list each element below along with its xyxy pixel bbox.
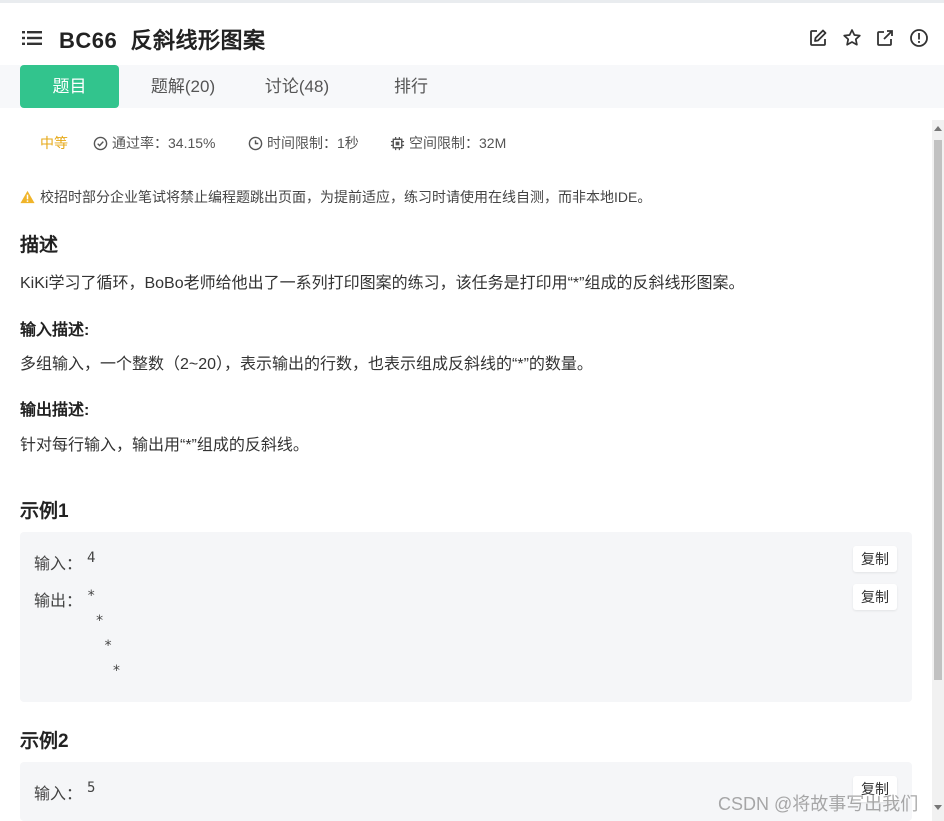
- pass-rate-text: 通过率：34.15%: [112, 135, 216, 151]
- page-title: BC66 反斜线形图案: [59, 28, 266, 53]
- copy-input-button[interactable]: 复制: [853, 546, 897, 572]
- watermark: CSDN @将故事写出我们: [718, 794, 919, 814]
- output-desc-text: 针对每行输入，输出用“*”组成的反斜线。: [20, 437, 309, 454]
- example-1-box: 输入： 4 复制 输出： * * * * 复制: [20, 532, 912, 702]
- star-icon[interactable]: [842, 28, 862, 48]
- example-1-heading: 示例1: [20, 501, 69, 522]
- space-limit-text: 空间限制：32M: [409, 135, 507, 151]
- example-2-input-label: 输入：: [34, 786, 83, 803]
- edit-icon[interactable]: [808, 28, 828, 48]
- input-desc-heading: 输入描述:: [20, 322, 90, 339]
- scrollbar[interactable]: [932, 120, 944, 821]
- time-limit-text: 时间限制：1秒: [267, 135, 359, 151]
- list-icon[interactable]: [22, 30, 42, 46]
- space-limit: 空间限制：32M: [390, 133, 506, 153]
- notice-text: 校招时部分企业笔试将禁止编程题跳出页面，为提前适应，练习时请使用在线自测，而非本…: [40, 189, 652, 205]
- tab-solutions[interactable]: 题解(20): [140, 65, 226, 108]
- tab-bar: 题目 题解(20) 讨论(48) 排行: [0, 65, 944, 108]
- scroll-up-arrow-icon[interactable]: [934, 126, 942, 131]
- output-desc-heading: 输出描述:: [20, 402, 90, 419]
- time-limit: 时间限制：1秒: [248, 133, 359, 153]
- example-2-heading: 示例2: [20, 731, 69, 752]
- difficulty-badge: 中等: [40, 133, 68, 153]
- example-1-input-value: 4: [87, 550, 96, 566]
- clock-icon: [248, 136, 263, 150]
- problem-header: BC66 反斜线形图案: [0, 14, 944, 62]
- exam-notice: 校招时部分企业笔试将禁止编程题跳出页面，为提前适应，练习时请使用在线自测，而非本…: [20, 187, 651, 207]
- input-desc-text: 多组输入，一个整数（2~20），表示输出的行数，也表示组成反斜线的“*”的数量。: [20, 356, 593, 373]
- info-icon[interactable]: [909, 28, 929, 48]
- tab-problem[interactable]: 题目: [20, 65, 119, 108]
- example-2-input-value: 5: [87, 780, 96, 796]
- tab-discussion[interactable]: 讨论(48): [254, 65, 340, 108]
- pass-rate: 通过率：34.15%: [93, 133, 215, 153]
- description-text: KiKi学习了循环，BoBo老师给他出了一系列打印图案的练习，该任务是打印用“*…: [20, 275, 745, 292]
- check-circle-icon: [93, 136, 108, 150]
- chip-icon: [390, 136, 405, 150]
- copy-output-button[interactable]: 复制: [853, 584, 897, 610]
- warning-icon: [20, 190, 35, 204]
- difficulty-label: 中等: [40, 135, 68, 151]
- description-heading: 描述: [20, 235, 59, 256]
- example-1-output-value: * * * *: [87, 588, 121, 679]
- top-border: [0, 0, 944, 3]
- scroll-thumb[interactable]: [934, 140, 942, 680]
- external-link-icon[interactable]: [875, 28, 895, 48]
- problem-meta: 中等 通过率：34.15% 时间限制：1秒 空间限制：32M: [0, 130, 920, 154]
- scroll-down-arrow-icon[interactable]: [934, 805, 942, 810]
- example-1-output-label: 输出：: [34, 593, 83, 610]
- tab-ranking[interactable]: 排行: [378, 65, 444, 108]
- example-1-input-label: 输入：: [34, 556, 83, 573]
